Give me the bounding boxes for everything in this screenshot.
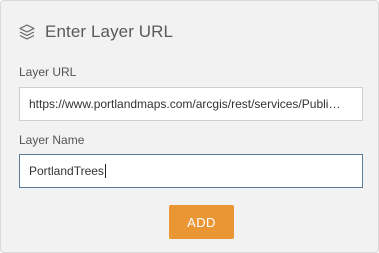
panel-header: Enter Layer URL: [18, 20, 173, 44]
layer-url-value: https://www.portlandmaps.com/arcgis/rest…: [29, 97, 341, 111]
panel-title: Enter Layer URL: [45, 22, 174, 41]
layer-url-label: Layer URL: [19, 65, 77, 79]
add-button[interactable]: ADD: [169, 205, 234, 239]
layer-name-label: Layer Name: [19, 133, 85, 147]
layer-name-value: PortlandTrees: [29, 164, 104, 178]
layer-name-input[interactable]: PortlandTrees: [19, 154, 363, 188]
enter-layer-url-panel: Enter Layer URL Layer URL https://www.po…: [0, 0, 379, 253]
layers-icon: [18, 23, 36, 41]
text-caret: [104, 163, 106, 178]
layer-url-input[interactable]: https://www.portlandmaps.com/arcgis/rest…: [19, 87, 363, 121]
